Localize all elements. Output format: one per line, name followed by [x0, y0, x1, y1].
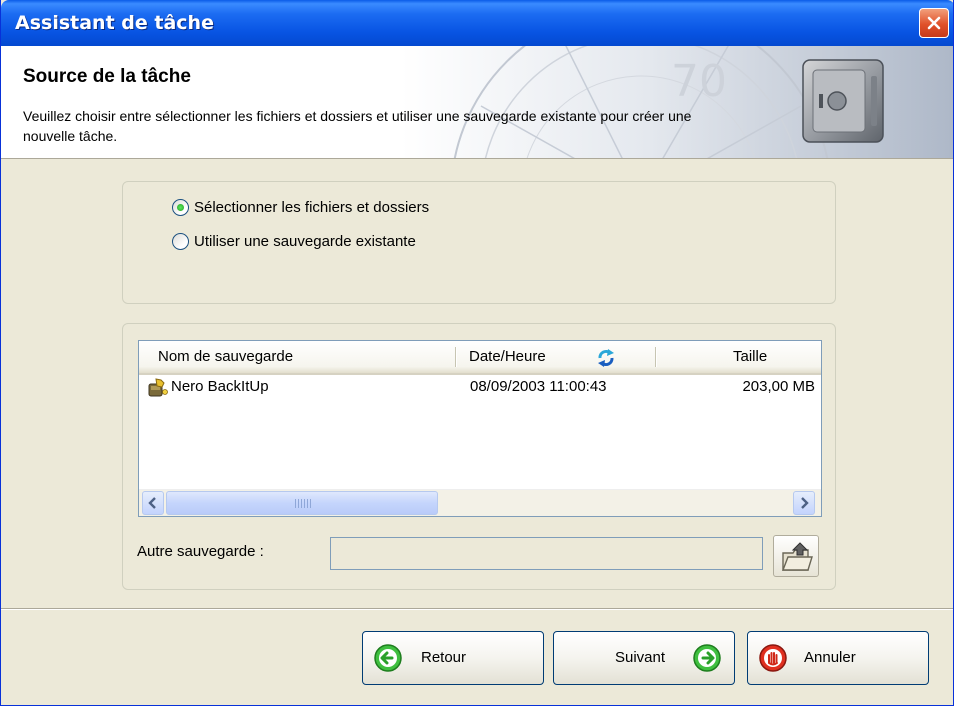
radio-label: Sélectionner les fichiers et dossiers [194, 199, 430, 216]
column-separator[interactable] [655, 347, 656, 367]
column-header-name[interactable]: Nom de sauvegarde [158, 341, 293, 373]
other-backup-label: Autre sauvegarde : [137, 543, 264, 560]
table-row[interactable]: Nero BackItUp 08/09/2003 11:00:43 203,00… [139, 375, 821, 399]
window-title: Assistant de tâche [15, 12, 214, 34]
chevron-right-icon [801, 497, 809, 509]
back-button-label: Retour [421, 649, 467, 666]
column-header-datetime[interactable]: Date/Heure [469, 341, 546, 373]
next-button-label: Suivant [615, 649, 666, 666]
list-header: Nom de sauvegarde Date/Heure Taille [139, 341, 821, 375]
scroll-grip [295, 499, 311, 508]
browse-button[interactable] [773, 535, 819, 577]
scroll-left-button[interactable] [142, 491, 164, 515]
scroll-thumb[interactable] [166, 491, 438, 515]
column-separator[interactable] [455, 347, 456, 367]
column-header-size[interactable]: Taille [733, 341, 767, 373]
backup-list[interactable]: Nom de sauvegarde Date/Heure Taille Nero… [138, 340, 822, 517]
backup-file-icon [148, 378, 168, 397]
radio-label: Utiliser une sauvegarde existante [194, 233, 416, 250]
folder-up-icon [781, 542, 813, 571]
next-button[interactable]: Suivant [553, 631, 735, 685]
close-icon [927, 16, 941, 30]
radio-button-selected[interactable] [172, 199, 189, 216]
horizontal-scrollbar[interactable] [139, 489, 821, 516]
page-title: Source de la tâche [23, 66, 191, 87]
close-button[interactable] [919, 8, 949, 38]
footer-divider [1, 608, 953, 610]
wizard-header: 70 Source de la tâche Veuillez choisir e… [1, 46, 953, 159]
arrow-right-icon [693, 644, 721, 672]
svg-text:70: 70 [671, 56, 727, 107]
wizard-window: Assistant de tâche 70 Source de la tâche… [0, 0, 954, 706]
radio-button[interactable] [172, 233, 189, 250]
radio-use-existing-backup[interactable]: Utiliser une sauvegarde existante [172, 233, 416, 250]
other-backup-input[interactable] [330, 537, 763, 570]
backup-datetime: 08/09/2003 11:00:43 [470, 378, 607, 395]
refresh-sort-icon [598, 349, 614, 367]
back-button[interactable]: Retour [362, 631, 544, 685]
title-bar[interactable]: Assistant de tâche [1, 0, 953, 46]
cancel-button-label: Annuler [804, 649, 856, 666]
cancel-button[interactable]: Annuler [747, 631, 929, 685]
backup-size: 203,00 MB [742, 378, 815, 395]
chevron-left-icon [148, 497, 156, 509]
stop-hand-icon [759, 644, 787, 672]
scroll-right-button[interactable] [793, 491, 815, 515]
page-description: Veuillez choisir entre sélectionner les … [23, 108, 692, 144]
radio-select-files[interactable]: Sélectionner les fichiers et dossiers [172, 199, 429, 216]
backup-name: Nero BackItUp [171, 378, 269, 395]
arrow-left-icon [374, 644, 402, 672]
